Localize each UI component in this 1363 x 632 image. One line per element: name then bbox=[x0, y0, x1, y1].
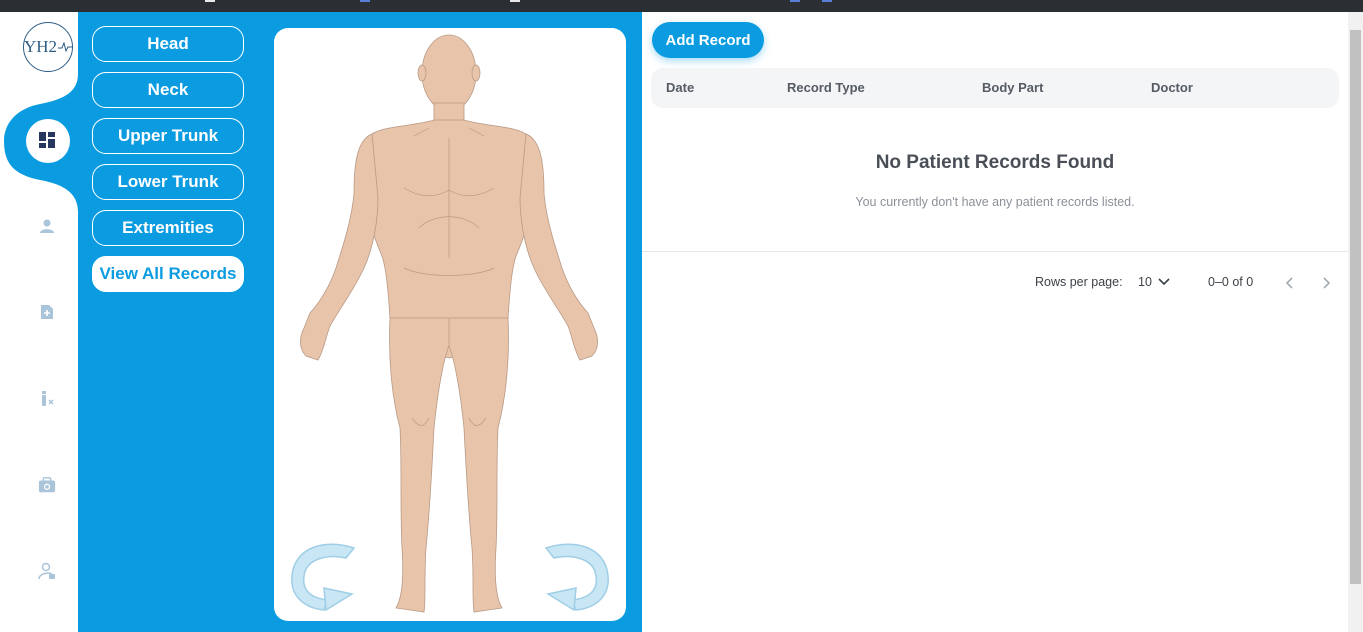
column-date[interactable]: Date bbox=[666, 80, 694, 95]
person-icon[interactable] bbox=[38, 217, 56, 235]
human-body-figure[interactable] bbox=[274, 28, 626, 621]
empty-state-title: No Patient Records Found bbox=[875, 152, 1115, 173]
next-page-button[interactable] bbox=[1319, 276, 1333, 290]
body-diagram-card bbox=[274, 28, 626, 621]
chevron-down-icon bbox=[1158, 278, 1170, 286]
rows-per-page-label: Rows per page: bbox=[1035, 275, 1123, 289]
body-part-button-extremities[interactable]: Extremities bbox=[92, 210, 244, 246]
dashboard-icon[interactable] bbox=[38, 131, 56, 149]
table-divider bbox=[642, 251, 1348, 252]
body-part-button-head[interactable]: Head bbox=[92, 26, 244, 62]
body-part-button-lower-trunk[interactable]: Lower Trunk bbox=[92, 164, 244, 200]
app-logo[interactable]: YH2 bbox=[23, 22, 73, 72]
add-document-icon[interactable] bbox=[38, 303, 56, 321]
pagination-range: 0–0 of 0 bbox=[1208, 275, 1254, 289]
previous-page-button[interactable] bbox=[1283, 276, 1297, 290]
add-record-button[interactable]: Add Record bbox=[652, 22, 764, 58]
body-part-button-neck[interactable]: Neck bbox=[92, 72, 244, 108]
rail-active-tab bbox=[4, 74, 78, 212]
view-all-records-button[interactable]: View All Records bbox=[92, 256, 244, 292]
chevron-right-icon bbox=[1323, 277, 1331, 289]
scrollbar-thumb[interactable] bbox=[1350, 30, 1361, 584]
column-record-type[interactable]: Record Type bbox=[787, 80, 865, 95]
lock-person-icon[interactable] bbox=[38, 562, 56, 580]
records-table-header: Date Record Type Body Part Doctor bbox=[651, 68, 1339, 108]
rows-per-page-select[interactable]: 10 bbox=[1138, 272, 1178, 292]
column-body-part[interactable]: Body Part bbox=[982, 80, 1043, 95]
column-doctor[interactable]: Doctor bbox=[1151, 80, 1193, 95]
empty-state-subtitle: You currently don't have any patient rec… bbox=[855, 195, 1135, 209]
chevron-left-icon bbox=[1285, 277, 1293, 289]
body-part-button-upper-trunk[interactable]: Upper Trunk bbox=[92, 118, 244, 154]
browser-top-bar bbox=[0, 0, 1363, 12]
medical-kit-icon[interactable] bbox=[38, 476, 56, 494]
medication-icon[interactable] bbox=[38, 390, 56, 408]
